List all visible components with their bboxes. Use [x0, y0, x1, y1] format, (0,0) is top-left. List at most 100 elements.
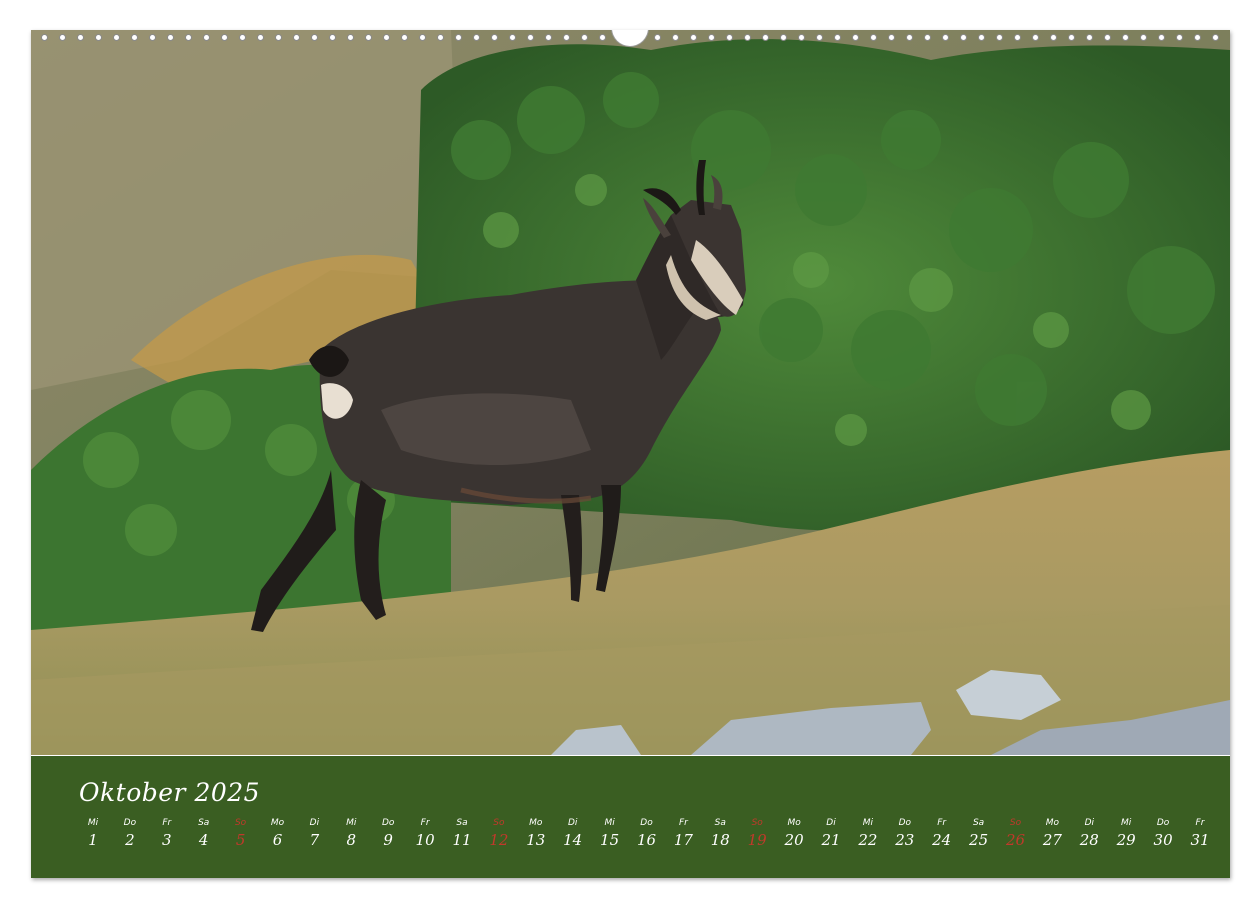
day-number: 19	[747, 831, 767, 849]
day-row: Mi 1 Do 2 Fr 3 Sa 4 So 5 Mo 6 Di 7 Mi 8 Do 9 Fr 10 Sa 11 So 12 M…	[79, 818, 1210, 858]
weekday-label: Di	[1084, 818, 1095, 828]
binding-hole	[941, 33, 949, 41]
day-number: 29	[1116, 831, 1136, 849]
day-number: 31	[1190, 831, 1210, 849]
binding-hole	[1175, 33, 1183, 41]
binding-hole	[563, 33, 571, 41]
day-number: 11	[452, 831, 472, 849]
binding-hole	[311, 33, 319, 41]
binding-hole	[833, 33, 841, 41]
binding-hole	[131, 33, 139, 41]
binding-hole	[527, 33, 535, 41]
binding-hole	[1013, 33, 1021, 41]
binding-hole	[473, 33, 481, 41]
binding-hole	[59, 33, 67, 41]
day-number: 9	[383, 831, 393, 849]
weekday-label: Do	[381, 818, 395, 828]
binding-hole	[437, 33, 445, 41]
weekday-label: So	[1009, 818, 1022, 828]
binding-hole	[977, 33, 985, 41]
weekday-label: Mo	[1045, 818, 1060, 828]
day-cell: Fr 3	[153, 818, 181, 851]
binding-hole	[779, 33, 787, 41]
binding-hole	[689, 33, 697, 41]
weekday-label: Mo	[787, 818, 801, 828]
day-cell: So 5	[227, 818, 255, 851]
binding-hole	[1049, 33, 1057, 41]
binding-hole	[1194, 33, 1201, 41]
day-cell: Mi 8	[337, 818, 365, 851]
day-number: 12	[489, 831, 509, 849]
binding-hole	[1085, 33, 1093, 41]
day-number: 6	[272, 831, 283, 849]
weekday-label: Fr	[162, 818, 172, 828]
binding-hole	[491, 33, 499, 41]
binding-hole	[1103, 33, 1111, 41]
weekday-label: Mi	[346, 818, 357, 828]
day-cell: Mo 6	[264, 818, 292, 851]
calendar-page: Oktober 2025 Mi 1 Do 2 Fr 3 Sa 4 So 5 Mo 6 Di 7 Mi 8 Do 9…	[31, 30, 1230, 878]
binding-hole	[959, 33, 967, 41]
day-cell: Sa 18	[706, 818, 734, 851]
binding-hole	[77, 33, 85, 41]
binding-hole	[401, 33, 409, 41]
weekday-label: Do	[640, 818, 653, 828]
day-cell: Mo 27	[1038, 818, 1066, 851]
day-cell: Fr 10	[411, 818, 439, 851]
day-number: 27	[1042, 831, 1062, 849]
day-number: 26	[1005, 831, 1026, 849]
day-cell: Do 2	[116, 818, 144, 851]
calendar-band: Oktober 2025 Mi 1 Do 2 Fr 3 Sa 4 So 5 Mo 6 Di 7 Mi 8 Do 9…	[31, 756, 1230, 878]
binding-hole	[1121, 33, 1129, 41]
binding-hole	[869, 33, 877, 41]
binding-hole	[419, 33, 427, 41]
day-cell: Mi 29	[1112, 818, 1140, 851]
photo-illustration	[31, 30, 1230, 755]
day-number: 4	[198, 831, 209, 849]
binding-hole	[203, 33, 211, 41]
day-number: 7	[309, 831, 320, 849]
binding-hole	[509, 33, 517, 41]
day-number: 13	[526, 831, 546, 849]
weekday-label: Mi	[87, 818, 99, 828]
day-cell: Do 23	[891, 818, 919, 851]
weekday-label: So	[751, 818, 763, 828]
binding-hole	[185, 33, 193, 41]
binding-hole	[167, 33, 175, 41]
weekday-label: So	[234, 818, 247, 828]
binding-hole	[239, 33, 247, 41]
binding-hole	[653, 33, 661, 41]
weekday-label: Sa	[714, 818, 726, 828]
weekday-label: Do	[898, 818, 912, 828]
day-number: 17	[673, 831, 693, 849]
weekday-label: Di	[309, 818, 320, 828]
weekday-label: Mo	[270, 818, 285, 828]
day-cell: Do 30	[1149, 818, 1177, 851]
binding-hole	[1067, 33, 1075, 41]
day-cell: Mo 20	[780, 818, 808, 851]
day-cell: Fr 24	[928, 818, 956, 851]
day-cell: Fr 17	[669, 818, 697, 851]
binding-hole	[797, 33, 805, 41]
day-cell: Di 28	[1075, 818, 1103, 851]
month-title: Oktober 2025	[79, 778, 261, 807]
weekday-label: Do	[1156, 818, 1170, 828]
day-number: 3	[162, 831, 172, 849]
day-number: 30	[1153, 831, 1173, 849]
binding-hole	[95, 33, 103, 41]
binding-hole	[293, 33, 301, 41]
weekday-label: So	[493, 818, 505, 828]
binding-hole	[41, 33, 48, 41]
binding-hole	[725, 33, 733, 41]
weekday-label: Sa	[456, 818, 468, 828]
day-cell: Di 21	[817, 818, 845, 851]
day-number: 1	[88, 831, 98, 849]
weekday-label: Di	[567, 818, 578, 828]
binding-hole	[1212, 33, 1220, 41]
binding-hole	[545, 33, 553, 41]
binding-hole	[257, 33, 265, 41]
day-cell: So 19	[743, 818, 771, 851]
day-number: 14	[563, 831, 583, 849]
binding-hole	[707, 33, 715, 41]
binding-hole	[905, 33, 913, 41]
